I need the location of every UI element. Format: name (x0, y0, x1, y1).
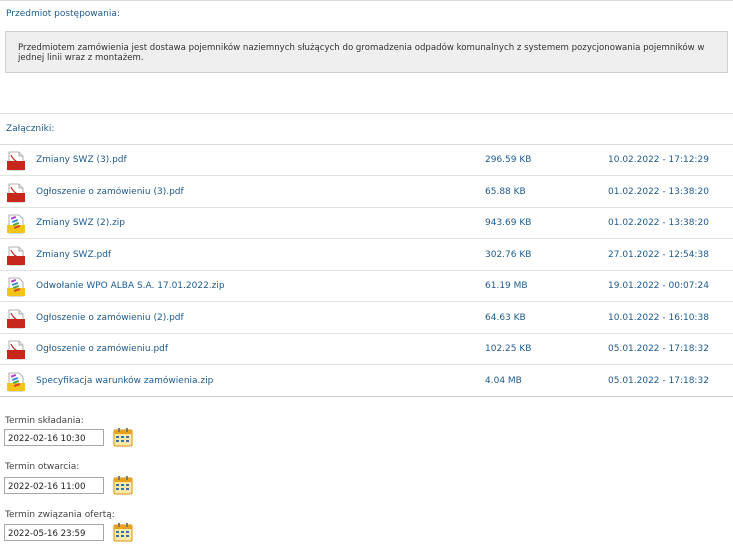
pdf-file-icon[interactable] (6, 183, 26, 203)
subject-description: Przedmiotem zamówienia jest dostawa poje… (5, 31, 728, 73)
zip-archive-icon[interactable] (6, 214, 26, 234)
attachment-date: 05.01.2022 - 17:18:32 (608, 344, 709, 354)
calendar-icon[interactable] (113, 522, 133, 542)
zip-archive-icon[interactable] (6, 277, 26, 297)
attachment-date: 01.02.2022 - 13:38:20 (608, 186, 709, 197)
attachments-divider (0, 113, 733, 114)
binding-deadline-input[interactable] (4, 524, 104, 541)
subject-label: Przedmiot postępowania: (6, 9, 120, 19)
top-divider (0, 0, 733, 1)
attachment-link[interactable]: Specyfikacja warunków zamówienia.zip (36, 376, 213, 386)
attachment-size: 302.76 KB (485, 249, 532, 260)
opening-deadline-label: Termin otwarcia: (5, 462, 80, 472)
attachment-date: 10.01.2022 - 16:10:38 (608, 312, 709, 323)
attachment-link[interactable]: Odwołanie WPO ALBA S.A. 17.01.2022.zip (36, 281, 225, 291)
attachment-size: 102.25 KB (485, 344, 532, 354)
calendar-icon[interactable] (113, 475, 133, 495)
attachment-row[interactable]: Ogłoszenie o zamówieniu (3).pdf 65.88 KB 0… (0, 177, 733, 208)
attachments-label: Załączniki: (6, 124, 55, 134)
attachment-date: 10.02.2022 - 17:12:29 (608, 155, 709, 165)
attachment-link[interactable]: Ogłoszenie o zamówieniu (3).pdf (36, 187, 184, 197)
attachment-link[interactable]: Zmiany SWZ (2).zip (36, 218, 125, 228)
attachment-date: 27.01.2022 - 12:54:38 (608, 249, 709, 260)
pdf-file-icon[interactable] (6, 309, 26, 329)
attachment-size: 61.19 MB (485, 281, 528, 291)
attachment-link[interactable]: Zmiany SWZ.pdf (36, 250, 111, 260)
attachment-size: 943.69 KB (485, 218, 532, 228)
attachment-date: 19.01.2022 - 00:07:24 (608, 281, 709, 291)
pdf-file-icon[interactable] (6, 340, 26, 360)
attachment-size: 64.63 KB (485, 312, 526, 323)
zip-archive-icon[interactable] (6, 372, 26, 392)
calendar-icon[interactable] (113, 427, 133, 447)
submission-deadline-label: Termin składania: (5, 416, 84, 426)
attachment-link[interactable]: Ogłoszenie o zamówieniu.pdf (36, 344, 168, 354)
attachment-date: 05.01.2022 - 17:18:32 (608, 375, 709, 386)
attachment-row[interactable]: Odwołanie WPO ALBA S.A. 17.01.2022.zip 61… (0, 271, 733, 302)
attachments-bottom-divider (0, 396, 733, 397)
submission-deadline-input[interactable] (4, 429, 104, 446)
attachment-date: 01.02.2022 - 13:38:20 (608, 218, 709, 228)
opening-deadline-input[interactable] (4, 477, 104, 494)
binding-deadline-label: Termin związania ofertą: (5, 510, 115, 520)
attachment-row[interactable]: Zmiany SWZ.pdf 302.76 KB 27.01.2022 - 12:5… (0, 240, 733, 271)
attachment-link[interactable]: Zmiany SWZ (3).pdf (36, 155, 127, 165)
attachment-row[interactable]: Specyfikacja warunków zamówienia.zip 4.04… (0, 366, 733, 397)
attachment-link[interactable]: Ogłoszenie o zamówieniu (2).pdf (36, 313, 184, 323)
attachment-row[interactable]: Zmiany SWZ (2).zip 943.69 KB 01.02.2022 - … (0, 208, 733, 239)
attachment-row[interactable]: Ogłoszenie o zamówieniu (2).pdf 64.63 KB 1… (0, 303, 733, 334)
attachment-row[interactable]: Ogłoszenie o zamówieniu.pdf 102.25 KB 05.0… (0, 334, 733, 365)
pdf-file-icon[interactable] (6, 246, 26, 266)
pdf-file-icon[interactable] (6, 151, 26, 171)
attachment-size: 296.59 KB (485, 155, 532, 165)
attachment-row[interactable]: Zmiany SWZ (3).pdf 296.59 KB 10.02.2022 - … (0, 145, 733, 176)
attachment-size: 65.88 KB (485, 186, 526, 197)
attachment-size: 4.04 MB (485, 375, 522, 386)
